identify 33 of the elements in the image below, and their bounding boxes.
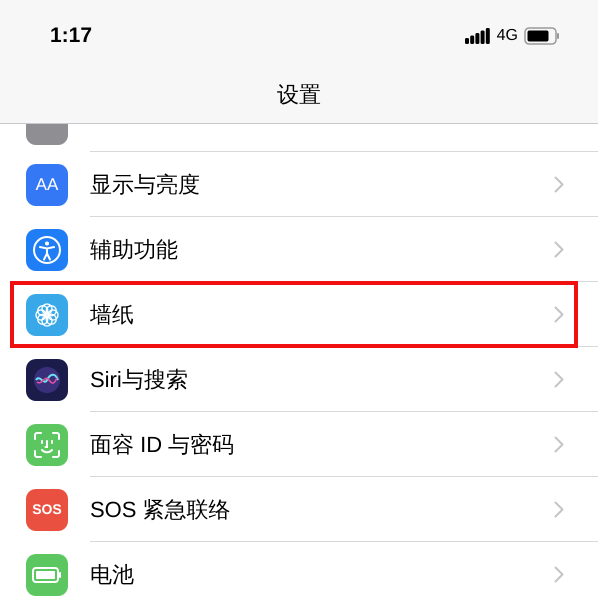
row-label: SOS 紧急联络 <box>90 496 232 524</box>
settings-row[interactable]: 墙纸 <box>0 282 598 347</box>
settings-row[interactable]: Siri与搜索 <box>0 347 598 412</box>
chevron-icon <box>554 306 564 322</box>
display-icon: AA <box>26 164 68 206</box>
signal-icon <box>464 28 491 44</box>
row-label: 面容 ID 与密码 <box>90 430 236 458</box>
row-label: 显示与亮度 <box>90 170 201 198</box>
row-label: Siri与搜索 <box>90 366 189 394</box>
battery-icon <box>524 26 560 45</box>
settings-row[interactable]: 面容 ID 与密码 <box>0 412 598 477</box>
battery-app-icon <box>26 554 68 596</box>
network-type: 4G <box>496 26 518 46</box>
chevron-icon <box>554 566 564 583</box>
sos-icon: SOS <box>26 488 68 530</box>
clock-time: 1:17 <box>50 23 92 49</box>
row-label: 辅助功能 <box>90 236 179 264</box>
chevron-icon <box>554 370 564 388</box>
settings-row[interactable]: AA 显示与亮度 <box>0 152 598 217</box>
accessibility-icon <box>26 228 68 270</box>
page-title: 设置 <box>277 80 321 108</box>
siri-icon <box>26 358 68 400</box>
row-label: 电池 <box>90 561 135 589</box>
chevron-icon <box>554 500 564 518</box>
settings-row[interactable]: 辅助功能 <box>0 217 598 282</box>
chevron-icon <box>554 240 564 258</box>
row-label: 墙纸 <box>90 300 135 328</box>
chevron-icon <box>554 176 564 192</box>
settings-row[interactable]: SOS SOS 紧急联络 <box>0 477 598 542</box>
settings-row[interactable]: 电池 <box>0 542 598 607</box>
chevron-icon <box>554 436 564 452</box>
face-id-icon <box>26 424 68 466</box>
flower-icon <box>26 294 68 336</box>
